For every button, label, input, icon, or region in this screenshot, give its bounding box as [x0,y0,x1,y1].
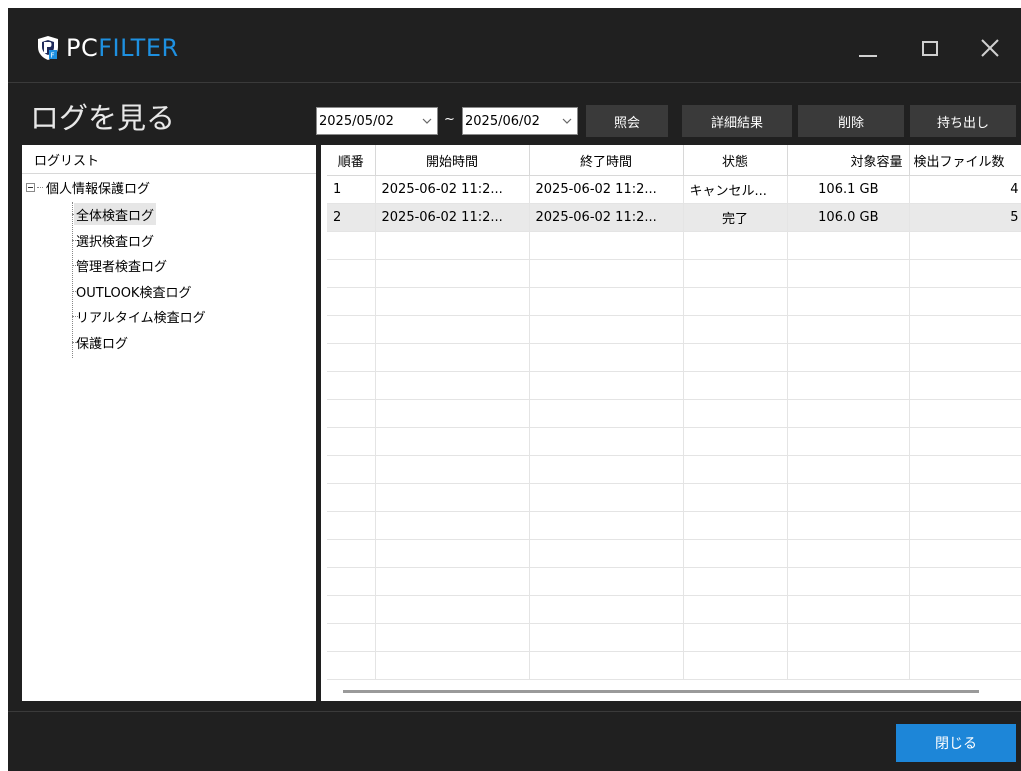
cell-end-time: 2025-06-02 11:2... [529,203,684,232]
cell-start-time: 2025-06-02 11:2... [375,203,530,232]
empty-row [327,651,1021,680]
tree-item-admin-scan-log[interactable]: 管理者検査ログ [74,254,169,276]
cell-target-size: 106.0 GB [787,203,910,232]
column-header[interactable]: 検出ファイル数 [909,145,1021,176]
log-table: 順番 開始時間 終了時間 状態 対象容量 検出ファイル数 1 2025-06-0… [327,145,1021,680]
empty-row [327,371,1021,400]
empty-row [327,343,1021,372]
empty-row [327,399,1021,428]
column-header[interactable]: 終了時間 [529,145,684,176]
horizontal-scrollbar[interactable] [343,690,979,693]
empty-row [327,455,1021,484]
cell-end-time: 2025-06-02 11:2... [529,175,684,204]
empty-row [327,623,1021,652]
empty-row [327,427,1021,456]
tree-item-outlook-scan-log[interactable]: OUTLOOK検査ログ [74,280,193,302]
tree-item-realtime-scan-log[interactable]: リアルタイム検査ログ [74,305,208,327]
column-header[interactable]: 順番 [327,145,376,176]
table-row[interactable]: 1 2025-06-02 11:2... 2025-06-02 11:2... … [327,175,1021,204]
cell-start-time: 2025-06-02 11:2... [375,175,530,204]
svg-text:F: F [51,52,55,60]
minimize-button[interactable] [848,30,888,66]
date-to-value: 2025/06/02 [465,113,540,129]
footer-divider [8,711,1021,712]
title-bar: F PCFILTER [8,8,1021,83]
empty-row [327,595,1021,624]
column-header[interactable]: 状態 [683,145,788,176]
close-window-button[interactable] [970,30,1010,66]
close-button[interactable]: 閉じる [896,724,1016,762]
cell-status: キャンセル... [683,175,788,204]
column-header[interactable]: 対象容量 [787,145,910,176]
maximize-icon [922,41,938,56]
query-button[interactable]: 照会 [586,105,668,137]
cell-order: 2 [327,203,376,232]
close-icon [981,39,999,57]
cell-detected-files: 5 [909,203,1021,232]
tree-item-protection-log[interactable]: 保護ログ [74,331,130,353]
empty-row [327,567,1021,596]
tree-guide-line [72,202,73,358]
range-separator: ~ [444,112,455,127]
table-header-row: 順番 開始時間 終了時間 状態 対象容量 検出ファイル数 [327,145,1021,176]
empty-row [327,259,1021,288]
tree-item-full-scan-log[interactable]: 全体検査ログ [74,203,157,225]
empty-row [327,287,1021,316]
page-title: ログを見る [30,101,176,135]
cell-status: 完了 [683,203,788,232]
empty-row [327,539,1021,568]
app-window: F PCFILTER ログを見る 2025/05/02 ~ 2025/06/02… [8,8,1021,771]
empty-row [327,231,1021,260]
tree-item-selected-scan-log[interactable]: 選択検査ログ [74,229,156,251]
table-row[interactable]: 2 2025-06-02 11:2... 2025-06-02 11:2... … [327,203,1021,232]
log-table-panel: 順番 開始時間 終了時間 状態 対象容量 検出ファイル数 1 2025-06-0… [321,145,1021,701]
empty-row [327,315,1021,344]
logo-text-filter: FILTER [98,34,179,62]
delete-button[interactable]: 削除 [798,105,904,137]
chevron-down-icon [422,118,432,124]
app-logo: F PCFILTER [36,34,179,62]
shield-logo-icon: F [38,36,58,60]
date-to-picker[interactable]: 2025/06/02 [462,107,578,135]
empty-row [327,511,1021,540]
cell-target-size: 106.1 GB [787,175,910,204]
log-list-panel: ログリスト 個人情報保護ログ 全体検査ログ 選択検査ログ 管理者検査ログ OUT… [22,145,316,701]
chevron-down-icon [562,118,572,124]
cell-order: 1 [327,175,376,204]
date-from-value: 2025/05/02 [319,113,394,129]
details-button[interactable]: 詳細結果 [682,105,792,137]
log-list-header: ログリスト [22,145,316,174]
cell-detected-files: 4 [909,175,1021,204]
tree-root-label: 個人情報保護ログ [46,181,151,197]
export-button[interactable]: 持ち出し [910,105,1016,137]
empty-row [327,483,1021,512]
logo-text-pc: PC [66,34,99,62]
collapse-icon[interactable] [26,182,35,192]
column-header[interactable]: 開始時間 [375,145,530,176]
date-from-picker[interactable]: 2025/05/02 [316,107,438,135]
minimize-icon [859,55,877,57]
tree-root-personal-info[interactable]: 個人情報保護ログ [26,176,150,198]
maximize-button[interactable] [910,30,950,66]
tree-connector [37,186,43,188]
